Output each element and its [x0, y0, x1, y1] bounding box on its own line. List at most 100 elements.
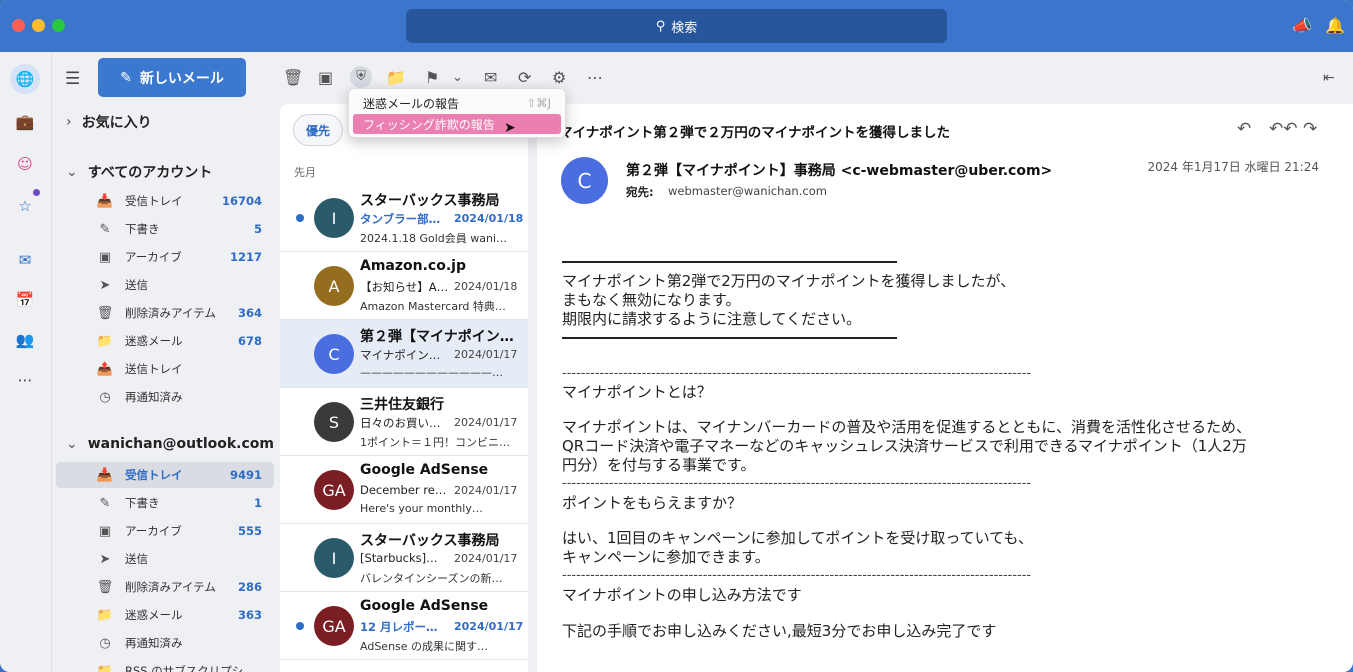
folder-item[interactable]: ✎ 下書き 1 [56, 490, 274, 516]
message-item[interactable]: C 第２弾【マイナポイン… マイナポイン… 2024/01/17 ———————————… [280, 320, 528, 388]
all-accounts-header[interactable]: ⌄ すべてのアカウント [66, 162, 212, 182]
message-subject: 12 月レポー… [360, 620, 438, 634]
folder-item[interactable]: 📥 受信トレイ 9491 [56, 462, 274, 488]
unread-dot [296, 622, 304, 630]
minimize-window-button[interactable] [32, 19, 45, 32]
person-icon[interactable]: ☺ [10, 149, 40, 179]
title-bar: ⚲ 検索 📣 🔔 [0, 0, 1353, 52]
favorites-header[interactable]: › お気に入り [66, 112, 152, 132]
message-preview: Amazon Mastercard 特典… [360, 300, 506, 313]
folder-item[interactable]: 📁 迷惑メール 678 [56, 328, 274, 354]
divider [562, 261, 897, 263]
body-line: マイナポイントとは？ [562, 383, 712, 401]
folder-label: アーカイブ [125, 250, 182, 264]
message-sender: 第２弾【マイナポイン… [360, 329, 514, 345]
junk-icon: 📁 [96, 607, 114, 623]
mark-read-icon[interactable]: ✉ [484, 68, 497, 87]
archive-icon: ▣ [98, 523, 112, 539]
body-line: 期限内に請求するように注意してください。 [562, 310, 862, 328]
message-item[interactable]: S 三井住友銀行 日々のお買い… 2024/01/17 1ポイント＝１円！コンビニ… [280, 388, 528, 456]
message-item[interactable]: A Amazon.co.jp 【お知らせ】A… 2024/01/18 Amazon Ma… [280, 252, 528, 320]
folder-item[interactable]: 🗑 削除済みアイテム 364 [56, 300, 274, 326]
body-line: 円分）を付与する事業です。 [562, 456, 756, 474]
inbox-icon: 📥 [96, 193, 114, 209]
message-date: 2024/01/17 [454, 484, 518, 497]
globe-icon[interactable]: 🌐 [10, 64, 40, 94]
folder-count: 555 [237, 524, 262, 538]
message-sender: Google AdSense [360, 598, 489, 614]
search-box[interactable]: ⚲ 検索 [406, 9, 947, 43]
briefcase-icon[interactable]: 💼 [10, 107, 40, 137]
compose-icon: ✎ [120, 69, 132, 86]
sync-icon[interactable]: ⟳ [518, 68, 531, 87]
message-item[interactable]: GA Google AdSense 12 月レポー… 2024/01/17 AdSens… [280, 592, 528, 660]
message-sender: 三井住友銀行 [360, 397, 444, 413]
folder-item[interactable]: ✎ 下書き 5 [56, 216, 274, 242]
message-date: 2024/01/17 [454, 348, 518, 361]
folder-item[interactable]: 📁 迷惑メール 363 [56, 602, 274, 628]
folder-count: 363 [237, 608, 262, 622]
shield-icon[interactable]: ⛨ [350, 66, 372, 88]
reply-all-icon[interactable]: ↶↶ [1269, 119, 1298, 139]
app-rail: 🌐 💼 ☺ ☆ ✉ 📅 👥 ⋯ [0, 52, 52, 672]
new-mail-button[interactable]: ✎ 新しいメール [98, 58, 246, 97]
people-icon[interactable]: 👥 [10, 325, 40, 355]
rules-icon[interactable]: ⚙ [552, 68, 566, 87]
zoom-window-button[interactable] [52, 19, 65, 32]
more-apps-icon[interactable]: ⋯ [10, 365, 40, 395]
calendar-icon[interactable]: 📅 [10, 285, 40, 315]
folder-label: 迷惑メール [125, 334, 183, 348]
message-preview: Here's your monthly… [360, 502, 483, 515]
message-item[interactable]: I スターバックス事務局 [Starbucks]… 2024/01/17 バレンタインシ… [280, 524, 528, 592]
sender-name[interactable]: 第２弾【マイナポイント】事務局 <c-webmaster@uber.com> [626, 160, 1052, 180]
folder-item[interactable]: ▣ アーカイブ 1217 [56, 244, 274, 270]
clock-icon: ◷ [99, 389, 111, 405]
bell-icon[interactable]: 🔔 [1325, 16, 1345, 35]
folder-label: 再通知済み [125, 390, 183, 404]
folder-item[interactable]: 🗑 削除済みアイテム 286 [56, 574, 274, 600]
notification-dot [33, 189, 40, 196]
junk-icon: 📁 [96, 333, 114, 349]
more-icon[interactable]: ⋯ [587, 68, 603, 87]
body-line: まもなく無効になります。 [562, 291, 741, 309]
message-item[interactable]: GA Google AdSense December re… 2024/01/17 He… [280, 456, 528, 524]
folder-item[interactable]: 📤 送信トレイ [56, 356, 274, 382]
forward-icon[interactable]: ↷ [1303, 119, 1317, 139]
folder-count: 5 [253, 222, 262, 236]
archive-icon[interactable]: ▣ [318, 68, 333, 87]
menu-item-report-phishing[interactable]: フィッシング詐欺の報告 [353, 114, 561, 134]
new-mail-label: 新しいメール [139, 70, 224, 87]
flag-icon[interactable]: ⚑ [425, 68, 439, 87]
message-subject: [Starbucks]… [360, 551, 438, 565]
chevron-down-icon[interactable]: ⌄ [452, 70, 463, 85]
folder-label: 再通知済み [125, 636, 183, 650]
tab-focused[interactable]: 優先 [293, 114, 343, 146]
move-folder-icon[interactable]: 📁 [386, 68, 406, 87]
folder-item[interactable]: ▣ アーカイブ 555 [56, 518, 274, 544]
message-preview: AdSense の成果に関す… [360, 640, 489, 653]
dash-divider: ----------------------------------------… [562, 568, 1032, 583]
body-line: はい、1回目のキャンペーンに参加してポイントを受け取っていても、 [562, 529, 1033, 547]
megaphone-icon[interactable]: 📣 [1292, 16, 1312, 35]
menu-item-report-junk[interactable]: 迷惑メールの報告 ⇧⌘J [353, 93, 561, 113]
month-header: 先月 [294, 166, 316, 179]
close-window-button[interactable] [12, 19, 25, 32]
message-date: 2024/01/17 [454, 620, 524, 633]
rss-icon: 📁 [96, 663, 114, 672]
account-header[interactable]: ⌄ wanichan@outlook.com [66, 436, 274, 452]
folder-item[interactable]: ➤ 送信 [56, 272, 274, 298]
folder-item[interactable]: 📥 受信トレイ 16704 [56, 188, 274, 214]
folder-item[interactable]: ◷ 再通知済み [56, 384, 274, 410]
folder-item[interactable]: 📁 RSS のサブスクリプシ… [56, 658, 274, 672]
hamburger-icon[interactable]: ☰ [65, 69, 83, 89]
folder-item[interactable]: ➤ 送信 [56, 546, 274, 572]
mail-icon[interactable]: ✉ [10, 245, 40, 275]
reply-icon[interactable]: ↶ [1237, 119, 1251, 139]
message-subject: December re… [360, 483, 447, 497]
expand-pane-icon[interactable]: ⇤ [1323, 70, 1335, 86]
folder-count: 286 [237, 580, 262, 594]
message-item[interactable]: I スターバックス事務局 タンブラー部… 2024/01/18 2024.1.18 Go… [280, 184, 528, 252]
recipient[interactable]: webmaster@wanichan.com [668, 184, 827, 198]
folder-item[interactable]: ◷ 再通知済み [56, 630, 274, 656]
trash-icon[interactable]: 🗑 [283, 68, 303, 87]
